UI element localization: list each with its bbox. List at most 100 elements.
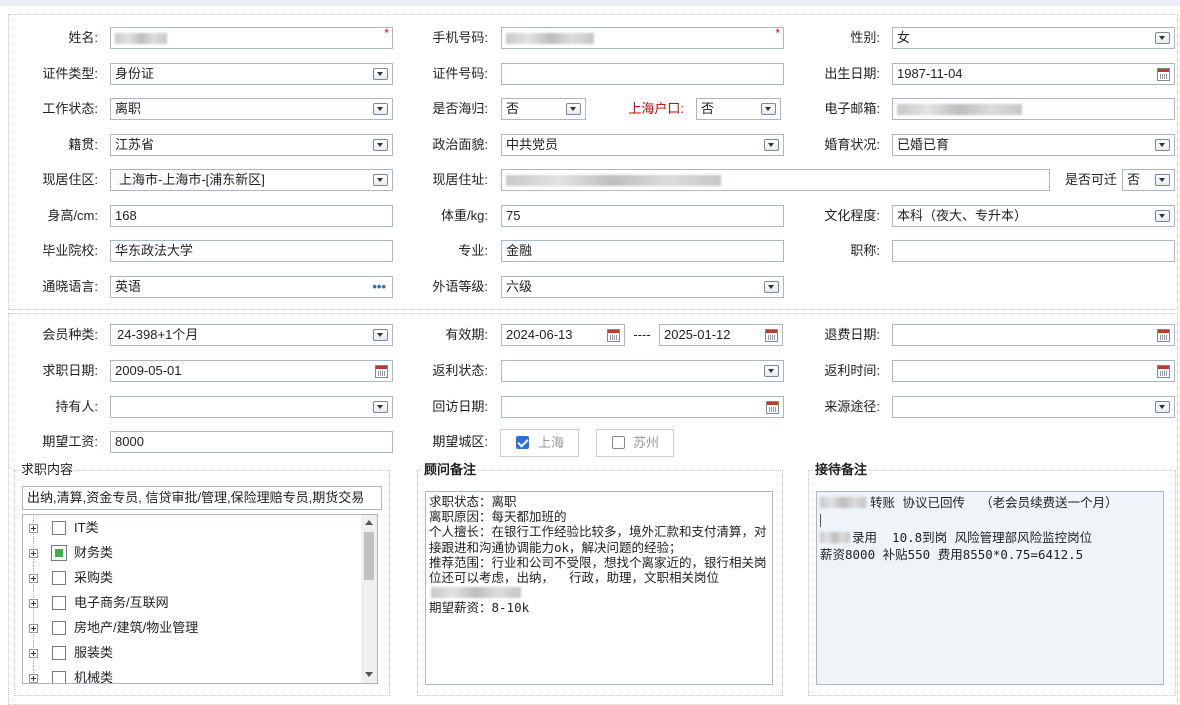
phone-field[interactable]: * [501,27,784,49]
checkbox-icon[interactable] [52,596,66,610]
id-number-field[interactable] [501,63,784,85]
current-area-select[interactable]: 上海市-上海市-[浦东新区] [110,169,393,191]
chevron-down-icon[interactable] [1155,139,1170,151]
political-status-select[interactable]: 中共党员 [501,134,784,156]
tree-node-machinery[interactable]: 机械类 [23,666,353,684]
valid-from-field[interactable]: 2024-06-13 [501,324,625,346]
work-status-select[interactable]: 离职 [110,98,393,120]
marital-status-select[interactable]: 已婚已育 [892,134,1175,156]
expand-icon[interactable] [29,624,38,633]
checkbox-icon[interactable] [52,671,66,683]
chevron-down-icon[interactable] [373,401,388,413]
chevron-down-icon[interactable] [1155,401,1170,413]
weight-field[interactable]: 75 [501,205,784,227]
job-search-date-field[interactable]: 2009-05-01 [110,360,393,382]
tree-node-apparel[interactable]: 服装类 [23,641,353,666]
advisor-notes-textarea[interactable]: 求职状态：离职 离职原因：每天都加班的 个人擅长：在银行工作经验比较多，境外汇款和支… [425,491,773,685]
name-field[interactable]: * [110,27,393,49]
job-content-summary[interactable]: 出纳,清算,资金专员, 信贷审批/管理,保险理赔专员,期货交易 [22,486,382,510]
holder-select[interactable] [110,396,393,418]
member-type-select[interactable]: 24-398+1个月 [110,324,393,346]
valid-to-field[interactable]: 2025-01-12 [659,324,783,346]
checkbox-icon[interactable] [52,646,66,660]
birth-date-field[interactable]: 1987-11-04 [892,63,1175,85]
checkbox-partial-icon[interactable] [51,545,67,561]
tree-scrollbar[interactable] [361,515,377,683]
city-option-suzhou[interactable]: 苏州 [596,429,674,457]
checkbox-icon[interactable] [52,621,66,635]
scroll-down-icon[interactable] [365,672,373,677]
chevron-down-icon[interactable] [373,139,388,151]
rebate-time-field[interactable] [892,360,1175,382]
expand-icon[interactable] [29,674,38,683]
id-type-select[interactable]: 身份证 [110,63,393,85]
birth-date-label: 出生日期: [824,66,880,81]
language-field[interactable]: 英语 ••• [110,276,393,298]
tree-node-purchasing[interactable]: 采购类 [23,566,353,591]
expected-salary-field[interactable]: 8000 [110,431,393,453]
major-field[interactable]: 金融 [501,240,784,262]
checkbox-icon[interactable] [612,436,625,449]
tree-node-real-estate[interactable]: 房地产/建筑/物业管理 [23,616,353,641]
chevron-down-icon[interactable] [373,329,388,341]
height-field[interactable]: 168 [110,205,393,227]
scrollbar-thumb[interactable] [364,532,374,580]
chevron-down-icon[interactable] [373,174,388,186]
tree-node-finance[interactable]: 财务类 [23,541,353,566]
calendar-icon[interactable] [607,329,620,342]
tree-node-it[interactable]: IT类 [23,516,353,541]
chevron-down-icon[interactable] [1155,210,1170,222]
calendar-icon[interactable] [1157,329,1170,342]
chevron-down-icon[interactable] [764,139,779,151]
chevron-down-icon[interactable] [566,103,581,115]
title-field[interactable] [892,240,1175,262]
current-area-label: 现居住区: [42,172,98,187]
chevron-down-icon[interactable] [373,103,388,115]
note-text: 录用 10.8到岗 风险管理部风险监控岗位 [852,529,1093,545]
chevron-down-icon[interactable] [764,281,779,293]
major-value: 金融 [506,243,533,258]
reception-notes-textarea[interactable]: 转账 协议已回传 （老会员续费送一个月） 录用 10.8到岗 风险管理部风险监控岗… [816,491,1164,685]
current-address-field[interactable] [501,169,1050,191]
scroll-up-icon[interactable] [365,520,373,525]
calendar-icon[interactable] [766,401,779,414]
expand-icon[interactable] [29,574,38,583]
chevron-down-icon[interactable] [1155,32,1170,44]
checkbox-icon[interactable] [52,521,66,535]
chevron-down-icon[interactable] [761,103,776,115]
returnee-value: 否 [506,101,520,116]
calendar-icon[interactable] [1157,68,1170,81]
holder-label: 持有人: [55,399,98,414]
chevron-down-icon[interactable] [764,365,779,377]
visit-date-field[interactable] [501,396,784,418]
school-field[interactable]: 华东政法大学 [110,240,393,262]
expand-icon[interactable] [29,649,38,658]
calendar-icon[interactable] [1157,365,1170,378]
more-icon[interactable]: ••• [372,277,386,297]
email-field[interactable] [892,98,1175,120]
calendar-icon[interactable] [765,329,778,342]
source-select[interactable] [892,396,1175,418]
refund-date-field[interactable] [892,324,1175,346]
chevron-down-icon[interactable] [373,68,388,80]
chevron-down-icon[interactable] [1155,174,1170,186]
education-select[interactable]: 本科（夜大、专升本） [892,205,1175,227]
native-place-select[interactable]: 江苏省 [110,134,393,156]
relocate-select[interactable]: 否 [1122,169,1175,191]
foreign-level-select[interactable]: 六级 [501,276,784,298]
shanghai-hukou-select[interactable]: 否 [696,98,781,120]
expand-icon[interactable] [29,599,38,608]
checkbox-icon[interactable] [52,571,66,585]
job-search-date-label: 求职日期: [42,363,98,378]
city-option-shanghai[interactable]: 上海 [500,429,579,457]
expand-icon[interactable] [29,524,38,533]
tree-node-ecommerce[interactable]: 电子商务/互联网 [23,591,353,616]
checkbox-checked-icon[interactable] [516,436,529,449]
returnee-select[interactable]: 否 [501,98,586,120]
rebate-status-select[interactable] [501,360,784,382]
expand-icon[interactable] [29,549,38,558]
visit-date-label: 回访日期: [432,399,488,414]
tree-node-label: 机械类 [74,670,114,684]
calendar-icon[interactable] [375,365,388,378]
gender-select[interactable]: 女 [892,27,1175,49]
